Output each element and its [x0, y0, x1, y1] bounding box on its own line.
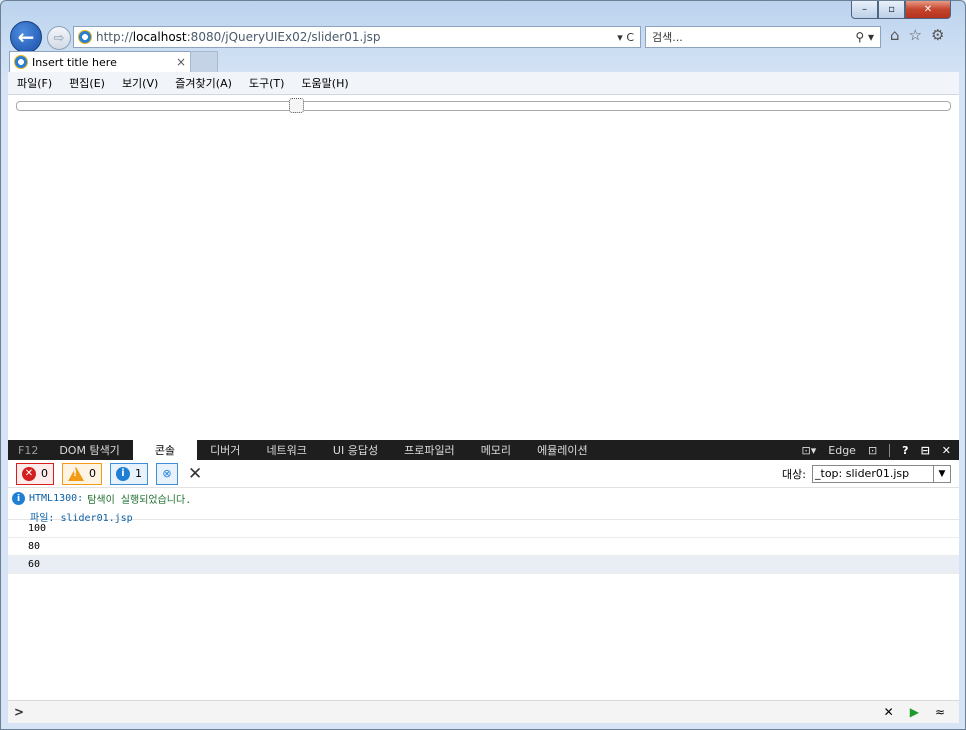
undock-icon[interactable]: ⊟ — [921, 444, 930, 457]
browser-toolbar-icons: ⌂ ☆ ⚙ — [890, 26, 944, 44]
log-row: 100 — [8, 520, 959, 538]
tab-close-icon[interactable]: × — [172, 55, 190, 69]
forward-arrow-icon: ⇨ — [53, 30, 65, 46]
tab-ui-responsiveness[interactable]: UI 응답성 — [320, 440, 391, 460]
slider-track[interactable] — [16, 101, 951, 111]
run-icon[interactable]: ▶ — [910, 705, 919, 719]
back-button[interactable]: ← — [10, 21, 42, 53]
target-label: 대상: — [782, 467, 806, 481]
ie-page-icon — [78, 30, 92, 44]
devtools-f12-label: F12 — [18, 443, 39, 457]
page-content — [8, 95, 959, 440]
warning-icon: ! — [68, 466, 84, 481]
target-dropdown[interactable]: _top: slider01.jsp ▼ — [812, 464, 951, 483]
home-icon[interactable]: ⌂ — [890, 26, 900, 44]
browser-tab[interactable]: Insert title here × — [9, 51, 191, 72]
console-output: i HTML1300: 탐색이 실행되었습니다. 파일: slider01.js… — [8, 488, 959, 700]
info-icon: i — [116, 466, 130, 481]
help-icon[interactable]: ? — [902, 444, 908, 457]
divider — [889, 443, 891, 457]
console-prompt: > — [14, 705, 25, 719]
tab-emulation[interactable]: 에뮬레이션 — [524, 440, 601, 460]
menu-edit[interactable]: 편집(E) — [60, 75, 113, 91]
console-toggle-icon[interactable]: ⊡ — [868, 444, 877, 457]
tab-title: Insert title here — [32, 55, 117, 69]
console-toolbar: ✕ 0 ! 0 i 1 ⊗ ✕ 대상: _top: slider01.jsp ▼ — [8, 460, 959, 488]
device-mode-icon[interactable]: ⊡▾ — [802, 444, 817, 457]
devtools-tabbar: F12 DOM 탐색기 콘솔 디버거 네트워크 UI 응답성 프로파일러 메모리… — [8, 440, 959, 460]
slider-handle[interactable] — [289, 98, 305, 113]
info-filter[interactable]: i 1 — [110, 462, 148, 485]
clear-input-icon[interactable]: ✕ — [884, 705, 894, 719]
minimize-button[interactable]: – — [851, 1, 878, 19]
address-url[interactable]: http://localhost:8080/jQueryUIEx02/slide… — [96, 30, 617, 44]
back-arrow-icon: ← — [17, 25, 35, 49]
file-link[interactable]: slider01.jsp — [60, 513, 132, 524]
tab-profiler[interactable]: 프로파일러 — [391, 440, 468, 460]
warnings-filter[interactable]: ! 0 — [62, 462, 102, 485]
devtools-right-controls: ⊡▾ Edge ⊡ ? ⊟ ✕ — [802, 443, 959, 457]
errors-filter[interactable]: ✕ 0 — [16, 462, 54, 485]
close-devtools-icon[interactable]: ✕ — [942, 444, 951, 457]
browser-window: – ▫ ✕ ← ⇨ http://localhost:8080/jQueryUI… — [0, 0, 966, 730]
info-icon: i — [12, 492, 25, 505]
new-tab-button[interactable] — [190, 51, 218, 72]
message-code: HTML1300: — [29, 493, 84, 504]
close-window-button[interactable]: ✕ — [905, 1, 951, 19]
forward-button[interactable]: ⇨ — [47, 26, 71, 50]
tab-memory[interactable]: 메모리 — [468, 440, 524, 460]
console-message: i HTML1300: 탐색이 실행되었습니다. 파일: slider01.js… — [8, 488, 959, 524]
clear-on-navigate-icon: ⊗ — [162, 467, 172, 480]
menu-favorites[interactable]: 즐겨찾기(A) — [166, 75, 240, 91]
info-count: 1 — [135, 467, 142, 480]
menu-help[interactable]: 도움말(H) — [292, 75, 356, 91]
console-input-bar[interactable]: > ✕ ▶ ≈ — [8, 700, 959, 723]
tab-network[interactable]: 네트워크 — [253, 440, 319, 460]
expand-input-icon[interactable]: ≈ — [935, 705, 945, 719]
log-row: 60 — [8, 556, 959, 574]
address-bar[interactable]: http://localhost:8080/jQueryUIEx02/slide… — [73, 26, 641, 48]
tab-ie-icon — [14, 55, 28, 69]
favorites-star-icon[interactable]: ☆ — [909, 26, 922, 44]
clear-on-navigate-button[interactable]: ⊗ — [156, 462, 178, 485]
menu-tools[interactable]: 도구(T) — [240, 75, 293, 91]
chevron-down-icon[interactable]: ▼ — [933, 465, 950, 482]
refresh-dropdown[interactable]: ▾ C — [617, 31, 640, 44]
search-input[interactable]: 검색... — [646, 29, 855, 45]
clear-console-icon[interactable]: ✕ — [188, 464, 202, 484]
error-icon: ✕ — [22, 466, 36, 481]
tab-debugger[interactable]: 디버거 — [197, 440, 253, 460]
warnings-count: 0 — [89, 467, 96, 480]
menu-view[interactable]: 보기(V) — [113, 75, 166, 91]
target-value: _top: slider01.jsp — [815, 467, 910, 480]
log-row: 80 — [8, 538, 959, 556]
tab-dom-explorer[interactable]: DOM 탐색기 — [46, 440, 132, 460]
errors-count: 0 — [41, 467, 48, 480]
menu-file[interactable]: 파일(F) — [8, 75, 60, 91]
search-icon[interactable]: ⚲ ▾ — [855, 30, 880, 44]
console-input-tools: ✕ ▶ ≈ — [884, 705, 959, 719]
search-box[interactable]: 검색... ⚲ ▾ — [645, 26, 881, 48]
target-selector: 대상: _top: slider01.jsp ▼ — [782, 464, 959, 483]
window-caption-buttons: – ▫ ✕ — [851, 1, 951, 19]
menu-bar: 파일(F) 편집(E) 보기(V) 즐겨찾기(A) 도구(T) 도움말(H) — [8, 72, 959, 95]
tab-console[interactable]: 콘솔 — [132, 440, 198, 460]
message-text: 탐색이 실행되었습니다. — [87, 495, 192, 506]
document-mode[interactable]: Edge — [828, 444, 856, 457]
restore-button[interactable]: ▫ — [878, 1, 905, 19]
settings-gear-icon[interactable]: ⚙ — [931, 26, 944, 44]
